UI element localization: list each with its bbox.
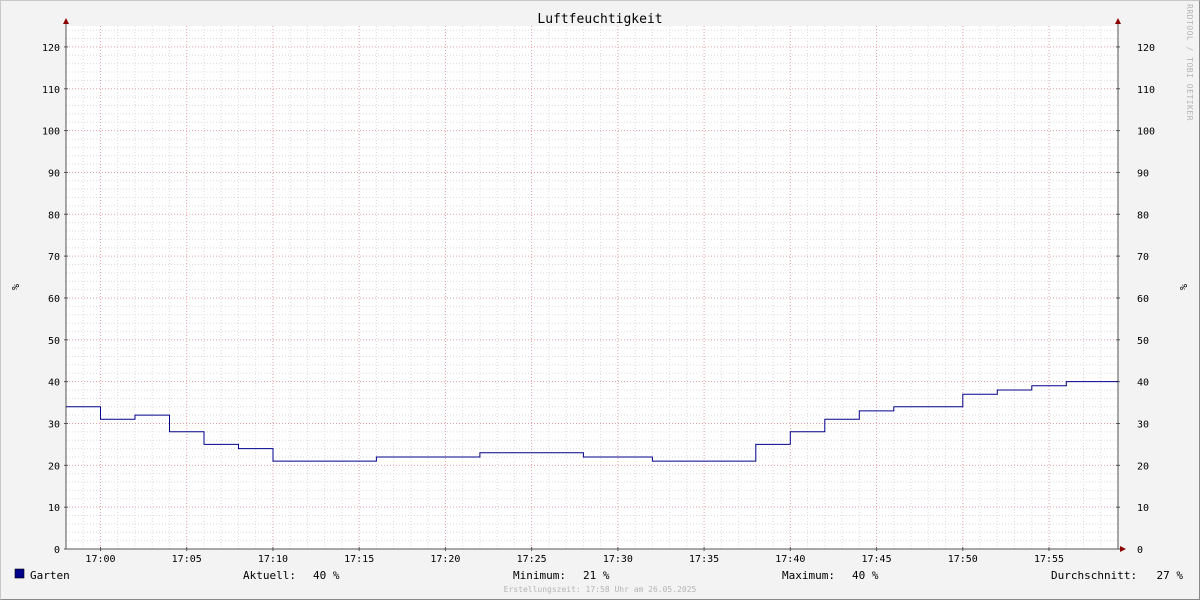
x-tick-label: 17:55 [1034,554,1064,565]
y-tick-label: 120 [42,43,60,54]
y-axis-label-right: % [1177,284,1188,290]
x-tick-label: 17:40 [775,554,805,565]
legend-stat-value: 40 % [852,569,879,582]
y-tick-label-right: 10 [1137,503,1149,514]
y-tick-label: 100 [42,127,60,138]
y-tick-label: 60 [48,294,60,305]
x-axis-arrow [1120,546,1126,552]
y-tick-label-right: 80 [1137,210,1149,221]
y-tick-label: 110 [42,85,60,96]
y-axis-left-arrow [63,18,69,24]
watermark: RRDTOOL / TOBI OETIKER [1185,4,1194,121]
x-tick-label: 17:25 [517,554,547,565]
legend-stat-label: Minimum: [513,569,566,582]
y-tick-label-right: 70 [1137,252,1149,263]
y-axis-label-left: % [9,284,20,290]
chart-title: Luftfeuchtigkeit [537,12,662,27]
y-tick-label-right: 30 [1137,419,1149,430]
y-tick-label-right: 0 [1137,545,1143,556]
legend-stat-value: 40 % [313,569,340,582]
y-tick-label-right: 20 [1137,461,1149,472]
legend-stat-label: Aktuell: [243,569,296,582]
x-tick-label: 17:05 [172,554,202,565]
y-tick-label: 40 [48,378,60,389]
y-axis-right-arrow [1115,18,1121,24]
y-tick-label-right: 60 [1137,294,1149,305]
x-tick-label: 17:10 [258,554,288,565]
x-tick-label: 17:45 [862,554,892,565]
legend-stat-value: 27 % [1157,569,1184,582]
legend-stat-label: Maximum: [782,569,835,582]
y-tick-label: 70 [48,252,60,263]
legend-stat-value: 21 % [583,569,610,582]
creation-time-footer: Erstellungszeit: 17:58 Uhr am 26.05.2025 [504,585,697,594]
plot-area [66,26,1118,549]
y-tick-label-right: 90 [1137,168,1149,179]
y-tick-label-right: 100 [1137,127,1155,138]
x-tick-label: 17:50 [948,554,978,565]
x-tick-label: 17:15 [344,554,374,565]
y-tick-label: 10 [48,503,60,514]
y-tick-label: 20 [48,461,60,472]
y-tick-label: 50 [48,336,60,347]
humidity-chart: 0 0 10 10 20 20 30 30 40 40 50 50 60 60 70 70 80 80 90 90 10… [9,4,1194,594]
x-tick-label: 17:00 [85,554,115,565]
legend-series-label: Garten [30,569,70,582]
legend-stat-label: Durchschnitt: [1051,569,1137,582]
y-tick-label-right: 120 [1137,43,1155,54]
x-tick-label: 17:20 [430,554,460,565]
y-tick-label: 30 [48,419,60,430]
y-tick-label-right: 50 [1137,336,1149,347]
x-tick-label: 17:35 [689,554,719,565]
legend-swatch [14,568,25,579]
x-tick-label: 17:30 [603,554,633,565]
y-tick-label: 80 [48,210,60,221]
y-tick-label: 90 [48,168,60,179]
y-tick-label: 0 [54,545,60,556]
y-tick-label-right: 40 [1137,378,1149,389]
y-tick-label-right: 110 [1137,85,1155,96]
